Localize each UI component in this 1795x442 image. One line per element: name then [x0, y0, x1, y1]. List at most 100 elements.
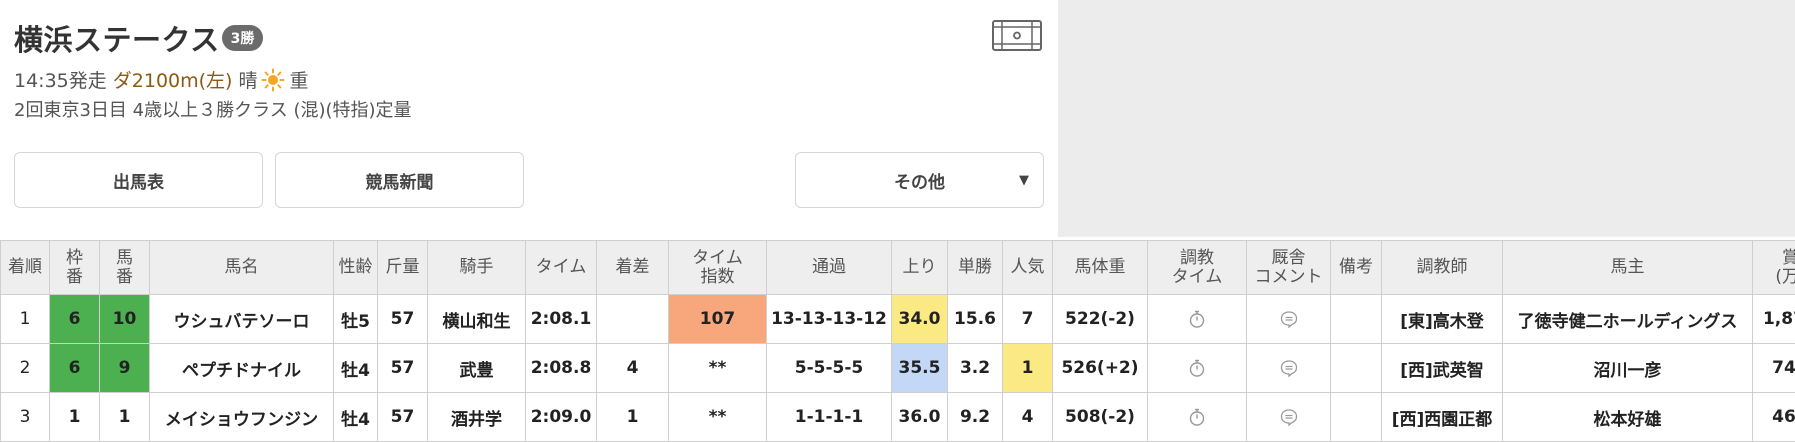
time-index-cell: 107	[669, 295, 767, 344]
header-horse[interactable]: 馬名	[150, 241, 334, 295]
time-cell: 2:08.8	[526, 344, 597, 393]
race-title-row: 横浜ステークス 3勝	[14, 17, 263, 59]
header-trainer[interactable]: 調教師	[1382, 241, 1503, 295]
margin-cell	[597, 295, 669, 344]
header-sex-age[interactable]: 性齢	[334, 241, 378, 295]
horse-name-link[interactable]: ウシュバテソーロ	[150, 295, 334, 344]
umaban-cell: 1	[100, 393, 150, 442]
race-name: 横浜ステークス	[14, 17, 220, 59]
sex-age-cell: 牡4	[334, 344, 378, 393]
header-margin[interactable]: 着差	[597, 241, 669, 295]
trainer-link[interactable]: [東]高木登	[1382, 295, 1503, 344]
trainer-link[interactable]: [西]西園正都	[1382, 393, 1503, 442]
movie-icon[interactable]	[992, 20, 1042, 51]
dropdown-arrow-icon: ▼	[1019, 173, 1029, 188]
header-notes: 備考	[1331, 241, 1382, 295]
owner-link[interactable]: 了徳寺健二ホールディングス	[1503, 295, 1753, 344]
race-details: 2回東京3日目 4歳以上３勝クラス (混)(特指)定量	[14, 96, 412, 122]
popularity-cell: 4	[1003, 393, 1053, 442]
other-dropdown[interactable]: その他 ▼	[795, 152, 1044, 208]
header-time[interactable]: タイム	[526, 241, 597, 295]
trainer-link[interactable]: [西]武英智	[1382, 344, 1503, 393]
shutuba-button-label: 出馬表	[113, 168, 164, 193]
popularity-cell: 1	[1003, 344, 1053, 393]
horse-name-link[interactable]: ペプチドナイル	[150, 344, 334, 393]
body-weight-cell: 526(+2)	[1053, 344, 1148, 393]
owner-link[interactable]: 松本好雄	[1503, 393, 1753, 442]
stable-comment-cell[interactable]	[1247, 295, 1331, 344]
time-index-cell: **	[669, 393, 767, 442]
margin-cell: 4	[597, 344, 669, 393]
header-body-weight[interactable]: 馬体重	[1053, 241, 1148, 295]
right-background-panel	[1058, 0, 1795, 237]
training-time-cell[interactable]	[1148, 295, 1247, 344]
owner-link[interactable]: 沼川一彦	[1503, 344, 1753, 393]
time-index-cell: **	[669, 344, 767, 393]
training-time-cell[interactable]	[1148, 393, 1247, 442]
rank-cell: 1	[1, 295, 50, 344]
prize-cell: 748.6	[1753, 344, 1795, 393]
header-owner[interactable]: 馬主	[1503, 241, 1753, 295]
header-weight[interactable]: 斤量	[378, 241, 428, 295]
start-time: 14:35発走	[14, 66, 107, 93]
comment-bubble-icon[interactable]	[1279, 358, 1299, 378]
waku-cell: 6	[50, 344, 100, 393]
header-rank[interactable]: 着順	[1, 241, 50, 295]
newspaper-button[interactable]: 競馬新聞	[275, 152, 524, 208]
shutuba-button[interactable]: 出馬表	[14, 152, 263, 208]
table-row: 1 6 10 ウシュバテソーロ 牡5 57 横山和生 2:08.1 107 13…	[1, 295, 1795, 344]
weight-cell: 57	[378, 295, 428, 344]
notes-cell	[1331, 344, 1382, 393]
header-stable-comment: 厩舎コメント	[1247, 241, 1331, 295]
prize-cell: 1,870.1	[1753, 295, 1795, 344]
odds-cell: 3.2	[948, 344, 1003, 393]
margin-cell: 1	[597, 393, 669, 442]
sex-age-cell: 牡4	[334, 393, 378, 442]
other-dropdown-label: その他	[894, 168, 945, 193]
waku-cell: 1	[50, 393, 100, 442]
header-popularity[interactable]: 人気	[1003, 241, 1053, 295]
header-time-index[interactable]: タイム指数	[669, 241, 767, 295]
header-jockey[interactable]: 騎手	[428, 241, 526, 295]
jockey-link[interactable]: 横山和生	[428, 295, 526, 344]
training-time-cell[interactable]	[1148, 344, 1247, 393]
time-cell: 2:08.1	[526, 295, 597, 344]
stopwatch-icon[interactable]	[1187, 309, 1207, 329]
stable-comment-cell[interactable]	[1247, 344, 1331, 393]
header-agari[interactable]: 上り	[892, 241, 948, 295]
waku-cell: 6	[50, 295, 100, 344]
stopwatch-icon[interactable]	[1187, 358, 1207, 378]
comment-bubble-icon[interactable]	[1279, 309, 1299, 329]
agari-cell: 34.0	[892, 295, 948, 344]
table-row: 2 6 9 ペプチドナイル 牡4 57 武豊 2:08.8 4 ** 5-5-5…	[1, 344, 1795, 393]
passing-cell: 1-1-1-1	[767, 393, 892, 442]
result-table: 着順 枠番 馬番 馬名 性齢 斤量 騎手 タイム 着差 タイム指数 通過 上り …	[0, 240, 1795, 442]
umaban-cell: 10	[100, 295, 150, 344]
header-umaban[interactable]: 馬番	[100, 241, 150, 295]
header-waku[interactable]: 枠番	[50, 241, 100, 295]
passing-cell: 5-5-5-5	[767, 344, 892, 393]
popularity-cell: 7	[1003, 295, 1053, 344]
header-passing[interactable]: 通過	[767, 241, 892, 295]
body-weight-cell: 522(-2)	[1053, 295, 1148, 344]
jockey-link[interactable]: 酒井学	[428, 393, 526, 442]
odds-cell: 15.6	[948, 295, 1003, 344]
prize-cell: 464.3	[1753, 393, 1795, 442]
umaban-cell: 9	[100, 344, 150, 393]
sex-age-cell: 牡5	[334, 295, 378, 344]
horse-name-link[interactable]: メイショウフンジン	[150, 393, 334, 442]
odds-cell: 9.2	[948, 393, 1003, 442]
body-weight-cell: 508(-2)	[1053, 393, 1148, 442]
comment-bubble-icon[interactable]	[1279, 407, 1299, 427]
header-prize[interactable]: 賞金(万円)	[1753, 241, 1795, 295]
stopwatch-icon[interactable]	[1187, 407, 1207, 427]
jockey-link[interactable]: 武豊	[428, 344, 526, 393]
newspaper-button-label: 競馬新聞	[366, 168, 434, 193]
weather-text: 晴	[238, 66, 257, 93]
stable-comment-cell[interactable]	[1247, 393, 1331, 442]
weight-cell: 57	[378, 393, 428, 442]
header-odds[interactable]: 単勝	[948, 241, 1003, 295]
agari-cell: 35.5	[892, 344, 948, 393]
track-condition: 重	[289, 66, 308, 93]
passing-cell: 13-13-13-12	[767, 295, 892, 344]
